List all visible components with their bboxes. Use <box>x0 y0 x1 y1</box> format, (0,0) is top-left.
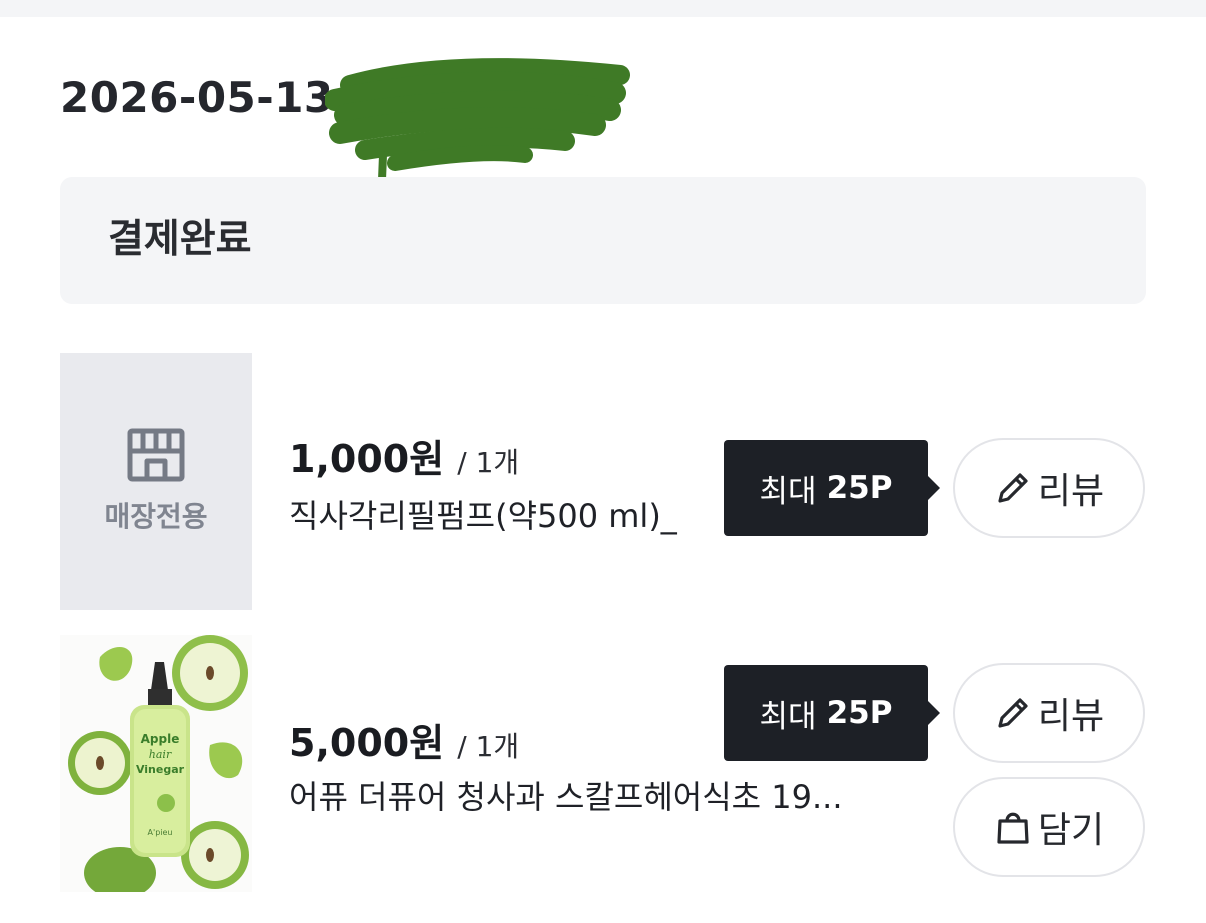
item-price-line: 1,000원 / 1개 <box>289 428 519 483</box>
store-only-label: 매장전용 <box>104 500 208 533</box>
redaction-scribble <box>325 58 630 184</box>
review-label: 리뷰 <box>1037 471 1105 512</box>
bottle-text-vinegar: Vinegar <box>136 763 185 776</box>
item-price: 1,000원 <box>289 437 445 481</box>
bottle-brand: A'pieu <box>148 828 173 837</box>
review-button[interactable]: 리뷰 <box>953 438 1145 538</box>
pencil-icon <box>998 698 1028 728</box>
product-thumbnail-store-only[interactable]: 매장전용 <box>60 353 252 610</box>
points-prefix: 최대 <box>759 698 817 735</box>
add-to-cart-button[interactable]: 담기 <box>953 777 1145 877</box>
item-name[interactable]: 직사각리필펌프(약500 ml)_ <box>289 496 677 536</box>
points-tooltip: 최대 25P <box>724 440 940 536</box>
item-price: 5,000원 <box>289 721 445 765</box>
points-value: 25P <box>826 470 893 506</box>
item-name[interactable]: 어퓨 더퓨어 청사과 스칼프헤어식초 19... <box>289 777 843 817</box>
bottle-text-apple: Apple <box>141 732 180 746</box>
order-status: 결제완료 <box>108 217 252 262</box>
store-icon <box>127 428 185 482</box>
pencil-icon <box>998 473 1028 503</box>
points-prefix: 최대 <box>759 473 817 510</box>
points-value: 25P <box>826 695 893 731</box>
product-photo: Apple hair Vinegar A'pieu <box>68 635 249 892</box>
top-divider-strip <box>0 0 1206 17</box>
item-quantity: / 1개 <box>457 730 520 763</box>
item-price-line: 5,000원 / 1개 <box>289 712 519 767</box>
item-quantity: / 1개 <box>457 446 520 479</box>
cart-label: 담기 <box>1037 810 1105 851</box>
bottle-text-hair: hair <box>149 748 172 761</box>
review-button[interactable]: 리뷰 <box>953 663 1145 763</box>
order-date: 2026-05-13 <box>60 73 334 122</box>
points-tooltip: 최대 25P <box>724 665 940 761</box>
order-status-box: 결제완료 <box>60 177 1146 304</box>
product-thumbnail-apple-hair-vinegar[interactable]: Apple hair Vinegar A'pieu <box>60 635 252 892</box>
review-label: 리뷰 <box>1037 696 1105 737</box>
shopping-bag-icon <box>997 812 1029 844</box>
